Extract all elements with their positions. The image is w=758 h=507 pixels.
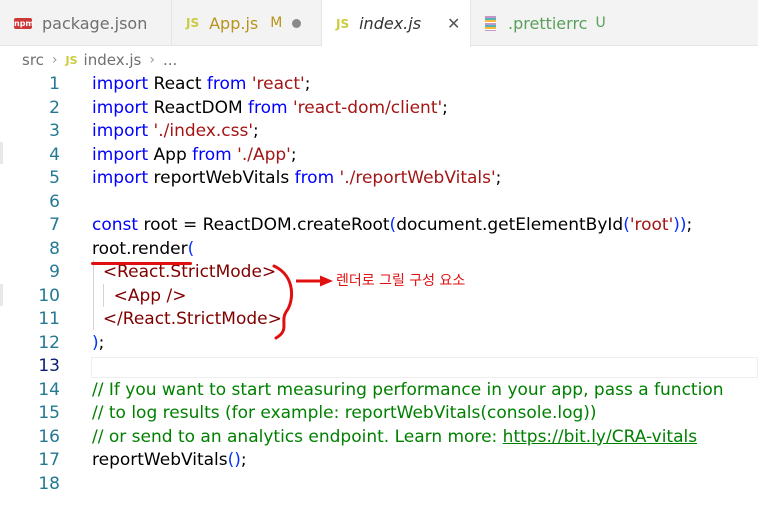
annotation-bracket — [272, 264, 294, 340]
annotation-arrow-head — [320, 275, 333, 287]
annotation-label: 렌더로 그릴 구성 요소 — [336, 273, 466, 289]
annotation-overlay — [272, 264, 333, 340]
